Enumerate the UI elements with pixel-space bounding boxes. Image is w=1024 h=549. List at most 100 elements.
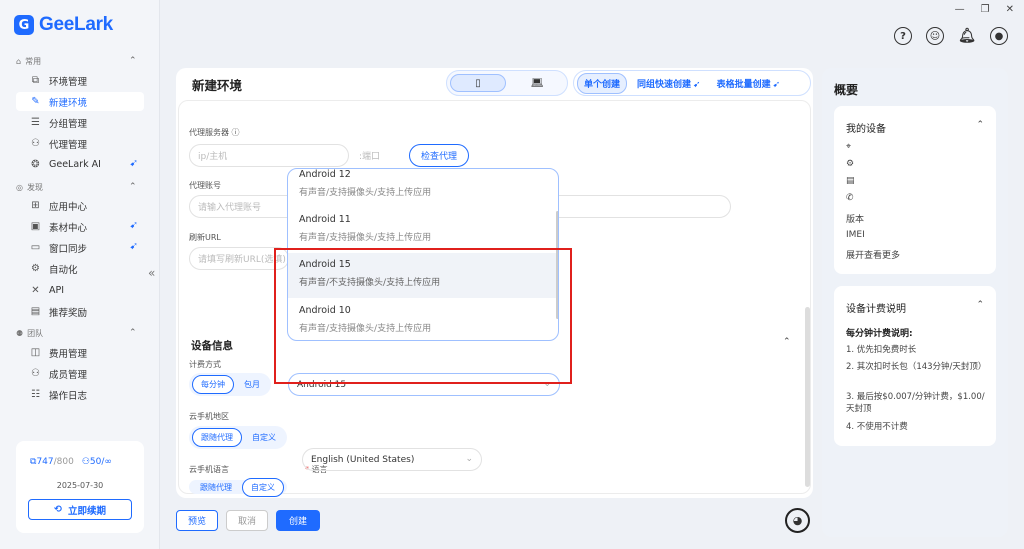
proxy-server-label: 代理服务器 ⓘ [189, 128, 240, 137]
sidebar-item-automation[interactable]: ⚙ 自动化 [16, 259, 144, 278]
cancel-button[interactable]: 取消 [226, 510, 268, 531]
language-toggle: 跟随代理 自定义 [189, 477, 287, 497]
tab-single-create[interactable]: 单个创建 [577, 72, 628, 94]
language-custom[interactable]: 自定义 [242, 477, 284, 497]
sidebar-item-group[interactable]: ☰ 分组管理 [16, 113, 144, 132]
pin-icon[interactable]: ➹ [130, 241, 138, 252]
form-scrollbar[interactable] [805, 307, 810, 487]
device-info-title: 设备信息 [191, 340, 233, 352]
sidebar-item-material[interactable]: ▣ 素材中心 ➹ [16, 217, 144, 236]
language-select[interactable]: English (United States) ⌄ [302, 448, 482, 471]
sidebar: G GeeLark ⌂ 常用 ⌃ ⧉ 环境管理 ✎ 新建环境 ☰ 分组管理 ⚇ 代理管理… [0, 0, 160, 549]
page-title: 新建环境 [192, 78, 243, 93]
close-icon[interactable]: ✕ [1006, 4, 1014, 15]
chevron-up-icon: ⌃ [129, 328, 137, 338]
sidebar-item-new-environment[interactable]: ✎ 新建环境 [16, 92, 144, 111]
sim-icon: ▤ [846, 176, 855, 186]
chevron-up-icon: ⌃ [129, 56, 137, 66]
proxy-account-label: 代理账号 [189, 181, 221, 190]
pin-icon[interactable]: ➹ [130, 158, 138, 169]
create-button[interactable]: 创建 [276, 510, 320, 531]
renew-button[interactable]: ⟲ 立即续期 [28, 499, 132, 520]
sidebar-item-environment[interactable]: ⧉ 环境管理 [16, 71, 144, 90]
desktop-tab[interactable]: 💻︎ [509, 74, 565, 92]
phone-tab[interactable]: ▯ [450, 74, 506, 92]
sidebar-item-billing[interactable]: ◫ 费用管理 [16, 343, 144, 362]
members-icon: ⚇ [31, 368, 40, 379]
sidebar-item-app-center[interactable]: ⊞ 应用中心 [16, 196, 144, 215]
option-android-12[interactable]: Android 12 有声音/支持摄像头/支持上传应用 [288, 169, 558, 208]
nav-group-common[interactable]: ⌂ 常用 ⌃ [16, 56, 137, 67]
footer-actions: 预览 取消 创建 [176, 510, 320, 531]
device-quota: ⧉747/800 [30, 457, 74, 467]
billing-info-card: 设备计费说明 ⌃ 每分钟计费说明: 1. 优先扣免费时长 2. 其次扣时长包（1… [834, 286, 996, 446]
ai-icon: ❂ [31, 159, 40, 170]
option-android-11[interactable]: Android 11 有声音/支持摄像头/支持上传应用 [288, 208, 558, 253]
create-mode-tabs: 单个创建 同组快速创建 ➹ 表格批量创建 ➹ [573, 70, 811, 96]
chevron-up-icon[interactable]: ⌃ [976, 300, 984, 310]
billing-per-minute[interactable]: 每分钟 [192, 375, 234, 394]
my-device-title: 我的设备 [846, 124, 886, 135]
region-follow-proxy[interactable]: 跟随代理 [192, 428, 242, 447]
app-logo[interactable]: G GeeLark [14, 14, 113, 36]
proxy-port-input[interactable]: :端口 [351, 144, 406, 167]
sidebar-item-reward[interactable]: ▤ 推荐奖励 [16, 302, 144, 321]
user-icon: ⚇ [81, 457, 90, 467]
member-quota: ⚇50/∞ [81, 457, 112, 467]
expand-more-link[interactable]: 展开查看更多 [846, 248, 900, 261]
maximize-icon[interactable]: ❐ [981, 4, 990, 15]
collapse-sidebar-icon[interactable]: « [148, 266, 155, 280]
billing-rule-3: 3. 最后按$0.007/分钟计费，$1.00/天封顶 [846, 392, 985, 414]
sidebar-item-api[interactable]: ✕ API [16, 281, 144, 300]
question-icon[interactable]: ⓘ [232, 128, 240, 137]
home-icon: ⌂ [16, 57, 22, 66]
device-type-switch: ▯ 💻︎ [446, 70, 568, 96]
laptop-icon: 💻︎ [530, 77, 544, 89]
proxy-host-input[interactable]: ip/主机 [189, 144, 349, 167]
region-custom[interactable]: 自定义 [244, 429, 284, 446]
highlight-box [274, 248, 572, 384]
billing-subtitle: 每分钟计费说明: [846, 329, 913, 339]
billing-monthly[interactable]: 包月 [236, 376, 268, 393]
chevron-up-icon[interactable]: ⌃ [783, 337, 791, 347]
app-center-icon: ⊞ [31, 200, 40, 211]
top-toolbar: ? ☺ 🔔︎ ● [894, 27, 1008, 45]
account-icon[interactable]: ● [990, 27, 1008, 45]
billing-icon: ◫ [30, 347, 41, 358]
window-controls: — ❐ ✕ [955, 4, 1014, 15]
billing-rule-1: 1. 优先扣免费时长 [846, 345, 917, 355]
sidebar-item-log[interactable]: ☷ 操作日志 [16, 385, 144, 404]
tab-table-batch-create[interactable]: 表格批量创建 ➹ [711, 74, 787, 93]
bell-icon[interactable]: 🔔︎ [958, 27, 976, 45]
chevron-down-icon: ⌄ [465, 454, 473, 464]
nav-group-discover[interactable]: ◎ 发现 ⌃ [16, 182, 137, 193]
fingerprint-icon: ⚙ [846, 159, 855, 169]
sidebar-item-ai[interactable]: ❂ GeeLark AI ➹ [16, 155, 144, 174]
chevron-up-icon[interactable]: ⌃ [976, 120, 984, 130]
quota-stats: ⧉747/800 ⚇50/∞ [30, 457, 112, 467]
check-proxy-button[interactable]: 检查代理 [409, 144, 469, 167]
pin-icon[interactable]: ➹ [130, 220, 138, 231]
phone-icon: ▯ [475, 77, 481, 89]
my-device-card: 我的设备 ⌃ ⌖ ⚙ ▤ ✆ 版本 IMEI 展开查看更多 [834, 106, 996, 274]
language-follow-proxy[interactable]: 跟随代理 [192, 479, 240, 496]
pin-icon: ➹ [772, 79, 781, 90]
sidebar-item-proxy[interactable]: ⚇ 代理管理 [16, 134, 144, 153]
billing-label: 计费方式 [189, 360, 221, 369]
window-sync-icon: ▭ [30, 242, 41, 253]
help-icon[interactable]: ? [894, 27, 912, 45]
team-icon: ⚉ [16, 329, 24, 338]
billing-rule-2: 2. 其次扣时长包（143分钟/天封顶） [846, 362, 987, 372]
preview-button[interactable]: 预览 [176, 510, 218, 531]
minimize-icon[interactable]: — [955, 4, 965, 15]
tab-group-quick-create[interactable]: 同组快速创建 ➹ [631, 74, 707, 93]
sidebar-item-members[interactable]: ⚇ 成员管理 [16, 364, 144, 383]
nav-group-team[interactable]: ⚉ 团队 ⌃ [16, 328, 137, 339]
support-icon[interactable]: ☺ [926, 27, 944, 45]
environment-icon: ⧉ [31, 75, 40, 86]
sidebar-item-window-sync[interactable]: ▭ 窗口同步 ➹ [16, 238, 144, 257]
reward-icon: ▤ [30, 306, 41, 317]
assistant-bot-icon[interactable]: ◕ [785, 508, 810, 533]
region-toggle: 跟随代理 自定义 [189, 426, 287, 449]
phone-call-icon: ✆ [846, 193, 854, 203]
